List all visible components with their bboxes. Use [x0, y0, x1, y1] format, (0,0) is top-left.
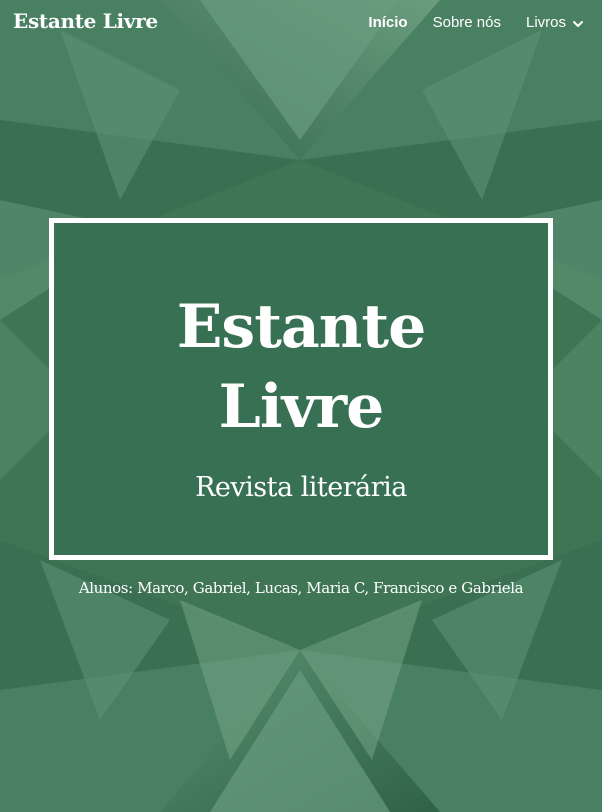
nav-books-menu[interactable]: Livros: [526, 14, 584, 31]
hero-title-line-2: Livre: [218, 372, 385, 442]
hero-title-line-1: Estante: [176, 292, 427, 362]
hero-box: Estante Livre Revista literária: [49, 218, 553, 560]
main-navigation: Início Sobre nós Livros: [368, 14, 584, 31]
nav-home-link[interactable]: Início: [368, 14, 407, 31]
chevron-down-icon[interactable]: [572, 17, 584, 29]
hero-subtitle: Revista literária: [195, 472, 407, 503]
site-title-link[interactable]: Estante Livre: [13, 9, 158, 33]
hero-title: Estante Livre: [54, 287, 548, 447]
nav-books-label: Livros: [525, 14, 566, 31]
site-header: Estante Livre Início Sobre nós Livros: [0, 0, 602, 48]
students-credits: Alunos: Marco, Gabriel, Lucas, Maria C, …: [78, 579, 524, 597]
nav-about-link[interactable]: Sobre nós: [433, 14, 501, 31]
